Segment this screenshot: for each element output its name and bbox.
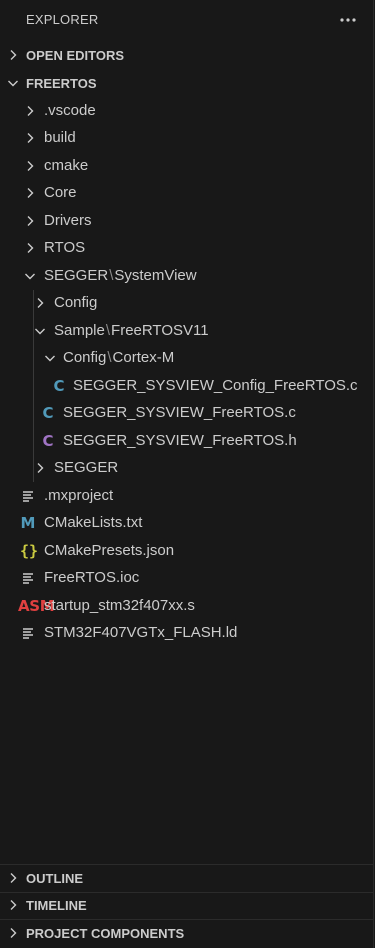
- section-open-editors-label: OPEN EDITORS: [26, 48, 125, 63]
- section-outline-label: OUTLINE: [26, 871, 84, 886]
- section-folder-freertos[interactable]: FREERTOS: [0, 70, 373, 97]
- tree-file-cmakelists[interactable]: M CMakeLists.txt: [0, 510, 373, 537]
- tree-folder-build[interactable]: build: [0, 125, 373, 152]
- chevron-right-icon: [6, 48, 20, 62]
- lines-file-icon: [20, 624, 36, 642]
- cmake-file-icon: M: [20, 514, 36, 532]
- chevron-right-icon: [33, 461, 47, 475]
- chevron-down-icon: [33, 324, 47, 338]
- section-timeline[interactable]: TIMELINE: [0, 892, 373, 919]
- explorer-title: EXPLORER: [26, 12, 99, 27]
- tree-item-label: RTOS: [44, 239, 86, 256]
- tree-item-label: STM32F407VGTx_FLASH.ld: [44, 624, 238, 641]
- chevron-right-icon: [23, 241, 37, 255]
- explorer-titlebar: EXPLORER: [0, 0, 373, 40]
- chevron-down-icon: [6, 76, 20, 90]
- chevron-right-icon: [23, 159, 37, 173]
- tree-item-label: Drivers: [44, 212, 92, 229]
- chevron-down-icon: [23, 269, 37, 283]
- c-file-icon: C: [53, 377, 65, 395]
- tree-folder-config-cortex-m[interactable]: Config\Cortex-M: [0, 345, 373, 372]
- path-segment: Cortex-M: [112, 349, 175, 366]
- tree-folder-vscode[interactable]: .vscode: [0, 98, 373, 125]
- tree-file-freertos-ioc[interactable]: FreeRTOS.ioc: [0, 565, 373, 592]
- chevron-right-icon: [6, 898, 20, 912]
- tree-item-label: Core: [44, 184, 77, 201]
- tree-folder-cmake[interactable]: cmake: [0, 153, 373, 180]
- tree-item-label: CMakePresets.json: [44, 542, 175, 559]
- chevron-right-icon: [6, 926, 20, 940]
- chevron-right-icon: [23, 186, 37, 200]
- chevron-right-icon: [33, 296, 47, 310]
- tree-item-label: Config\Cortex-M: [63, 349, 174, 366]
- tree-item-label: SEGGER\SystemView: [44, 267, 197, 284]
- section-open-editors[interactable]: OPEN EDITORS: [0, 42, 373, 69]
- tree-item-label: SEGGER_SYSVIEW_FreeRTOS.c: [63, 404, 296, 421]
- path-segment: SystemView: [114, 267, 197, 284]
- chevron-right-icon: [23, 131, 37, 145]
- tree-item-label: .vscode: [44, 102, 96, 119]
- section-folder-label: FREERTOS: [26, 76, 97, 91]
- section-project-components-label: PROJECT COMPONENTS: [26, 926, 185, 941]
- section-timeline-label: TIMELINE: [26, 898, 87, 913]
- tree-item-label: Config: [54, 294, 98, 311]
- tree-item-label: cmake: [44, 157, 89, 174]
- chevron-right-icon: [6, 871, 20, 885]
- tree-file-sysview-freertos-h[interactable]: C SEGGER_SYSVIEW_FreeRTOS.h: [0, 428, 373, 455]
- tree-item-label: build: [44, 129, 76, 146]
- more-actions-icon[interactable]: [337, 10, 359, 30]
- tree-folder-rtos[interactable]: RTOS: [0, 235, 373, 262]
- path-segment: Sample: [54, 322, 105, 339]
- tree-item-label: startup_stm32f407xx.s: [44, 597, 195, 614]
- tree-item-label: SEGGER_SYSVIEW_Config_FreeRTOS.c: [73, 377, 358, 394]
- tree-folder-config[interactable]: Config: [0, 290, 373, 317]
- tree-file-sysview-freertos-c[interactable]: C SEGGER_SYSVIEW_FreeRTOS.c: [0, 400, 373, 427]
- section-outline[interactable]: OUTLINE: [0, 865, 373, 892]
- tree-folder-drivers[interactable]: Drivers: [0, 208, 373, 235]
- c-header-file-icon: C: [42, 432, 54, 450]
- tree-item-label: .mxproject: [44, 487, 114, 504]
- tree-folder-core[interactable]: Core: [0, 180, 373, 207]
- chevron-down-icon: [43, 351, 57, 365]
- tree-file-cmakepresets[interactable]: {} CMakePresets.json: [0, 538, 373, 565]
- tree-item-label: Sample\FreeRTOSV11: [54, 322, 209, 339]
- lines-file-icon: [20, 569, 36, 587]
- tree-item-label: FreeRTOS.ioc: [44, 569, 140, 586]
- path-segment: FreeRTOSV11: [111, 322, 209, 339]
- chevron-right-icon: [23, 104, 37, 118]
- tree-file-startup-s[interactable]: ASM startup_stm32f407xx.s: [0, 593, 373, 620]
- path-segment: Config: [63, 349, 107, 366]
- c-file-icon: C: [42, 404, 54, 422]
- tree-file-sysview-config-c[interactable]: C SEGGER_SYSVIEW_Config_FreeRTOS.c: [0, 373, 373, 400]
- tree-folder-sample-freertosv11[interactable]: Sample\FreeRTOSV11: [0, 318, 373, 345]
- tree-item-label: SEGGER_SYSVIEW_FreeRTOS.h: [63, 432, 297, 449]
- tree-folder-segger-systemview[interactable]: SEGGER\SystemView: [0, 263, 373, 290]
- json-file-icon: {}: [20, 542, 39, 560]
- tree-item-label: SEGGER: [54, 459, 119, 476]
- explorer-panel: EXPLORER OPEN EDITORS FREERTOS .vscode b…: [0, 0, 374, 948]
- tree-file-mxproject[interactable]: .mxproject: [0, 483, 373, 510]
- tree-item-label: CMakeLists.txt: [44, 514, 143, 531]
- chevron-right-icon: [23, 214, 37, 228]
- tree-folder-segger[interactable]: SEGGER: [0, 455, 373, 482]
- tree-file-flash-ld[interactable]: STM32F407VGTx_FLASH.ld: [0, 620, 373, 647]
- section-project-components[interactable]: PROJECT COMPONENTS: [0, 920, 373, 947]
- asm-file-icon: ASM: [18, 597, 55, 615]
- path-segment: SEGGER: [44, 267, 109, 284]
- lines-file-icon: [20, 487, 36, 505]
